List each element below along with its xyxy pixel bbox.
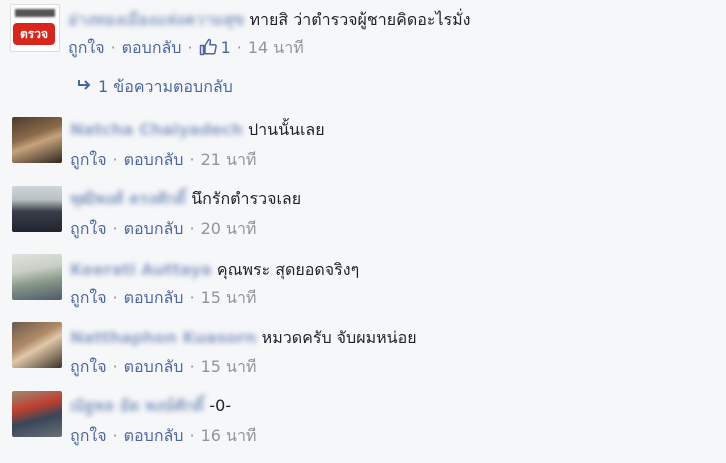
comment-time[interactable]: 16 นาที xyxy=(201,426,257,445)
like-link[interactable]: ถูกใจ xyxy=(70,357,107,376)
comment-text: -0- xyxy=(209,396,232,415)
comment-time[interactable]: 20 นาที xyxy=(201,219,257,238)
like-link[interactable]: ถูกใจ xyxy=(70,219,107,238)
comment-text: นึกรักตำรวจเลย xyxy=(191,189,302,208)
avatar[interactable] xyxy=(12,186,62,232)
reply-link[interactable]: ตอบกลับ xyxy=(122,38,182,57)
reply-link[interactable]: ตอบกลับ xyxy=(124,288,184,307)
comment-text: คุณพระ สุดยอดจริงๆ xyxy=(216,260,360,279)
thumbs-up-icon xyxy=(199,38,217,56)
reply-link[interactable]: ตอบกลับ xyxy=(124,357,184,376)
comment-text: หมวดครับ จับผมหน่อย xyxy=(261,328,417,347)
comment-time[interactable]: 21 นาที xyxy=(201,150,257,169)
view-replies-link[interactable]: 1 ข้อความตอบกลับ xyxy=(76,76,233,98)
avatar[interactable] xyxy=(12,254,62,300)
avatar[interactable]: ตรวจ xyxy=(10,4,60,52)
comment-author[interactable]: ณัฐพล อัด พงษ์ศักดิ์ xyxy=(70,395,204,417)
avatar[interactable] xyxy=(12,391,62,437)
comment-time[interactable]: 15 นาที xyxy=(201,357,257,376)
comment-time[interactable]: 15 นาที xyxy=(201,288,257,307)
like-link[interactable]: ถูกใจ xyxy=(70,150,107,169)
avatar[interactable] xyxy=(12,117,62,163)
comment-author[interactable]: พุฒิพงศ์ ตรงศักดิ์ xyxy=(70,188,186,210)
comment-author[interactable]: Keerati Auttaya xyxy=(70,259,212,281)
comment-author[interactable]: อ่างทองเมืองแห่งความสุข xyxy=(68,9,244,31)
comment-text: ปานนั้นเลย xyxy=(248,120,325,139)
like-count[interactable]: 1 xyxy=(199,38,231,57)
like-link[interactable]: ถูกใจ xyxy=(70,288,107,307)
reply-arrow-icon xyxy=(76,76,98,98)
like-link[interactable]: ถูกใจ xyxy=(68,38,105,57)
view-replies-label: 1 ข้อความตอบกลับ xyxy=(98,77,233,96)
reply-link[interactable]: ตอบกลับ xyxy=(124,426,184,445)
comment-author[interactable]: Natcha Chaiyadech xyxy=(70,119,243,141)
reply-link[interactable]: ตอบกลับ xyxy=(124,219,184,238)
comment-text: ทายสิ ว่าตำรวจผู้ชายคิดอะไรมั่ง xyxy=(249,10,471,29)
comment-author[interactable]: Natthaphon Kuasorn xyxy=(70,327,257,349)
comment-time[interactable]: 14 นาที xyxy=(248,38,304,57)
avatar-label: ตรวจ xyxy=(19,27,48,41)
like-link[interactable]: ถูกใจ xyxy=(70,426,107,445)
like-count-value: 1 xyxy=(220,38,231,57)
avatar[interactable] xyxy=(12,322,62,368)
reply-link[interactable]: ตอบกลับ xyxy=(124,150,184,169)
